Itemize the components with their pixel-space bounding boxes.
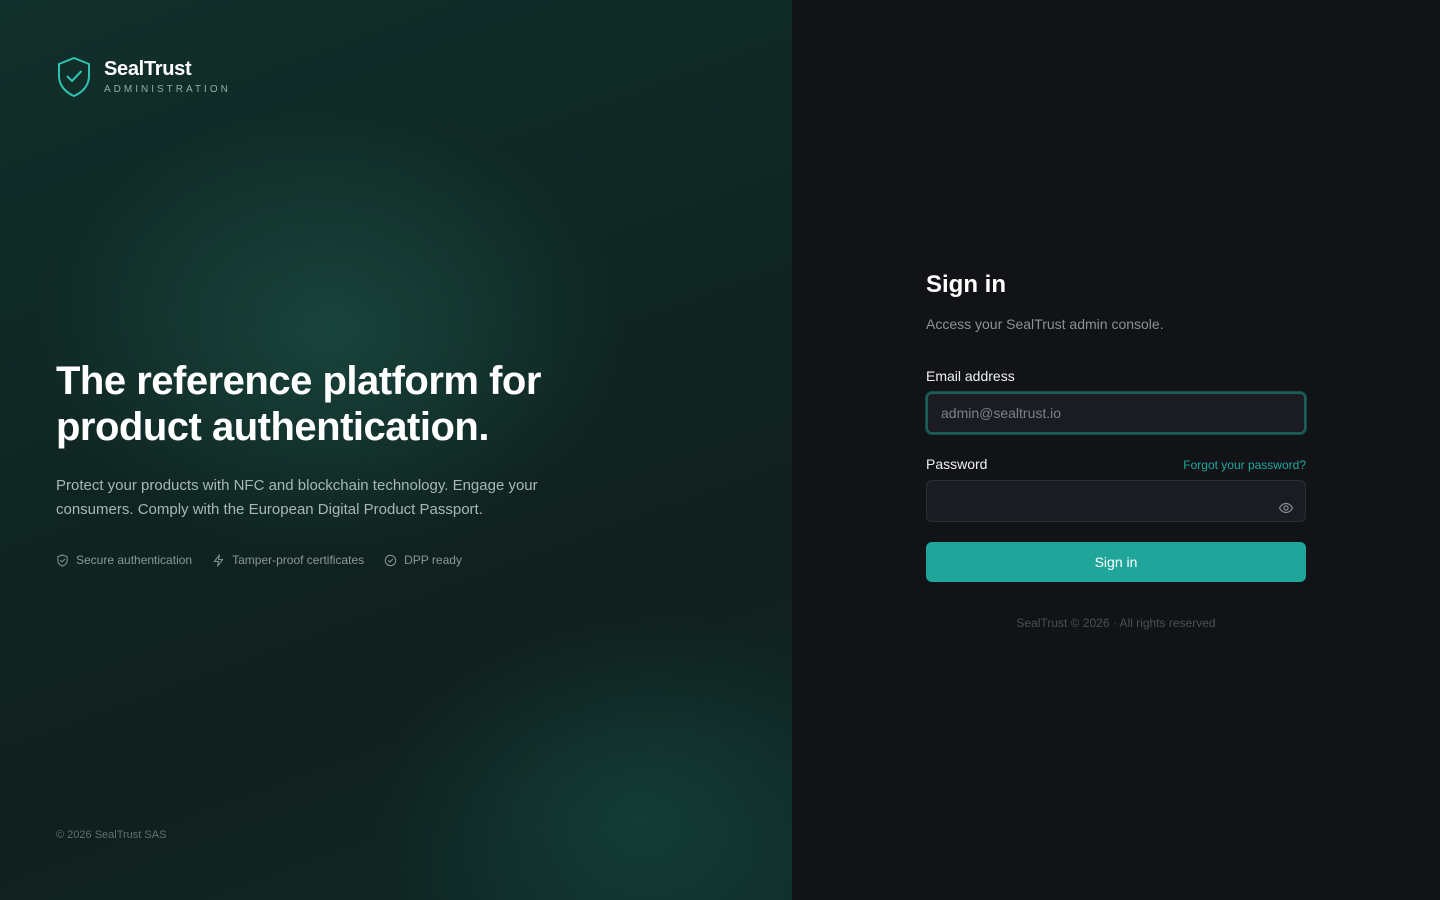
eye-icon[interactable] (1278, 500, 1294, 516)
sign-in-form: Sign in Access your SealTrust admin cons… (926, 270, 1306, 582)
hero-footer: © 2026 SealTrust SAS (56, 829, 167, 841)
sign-in-button[interactable]: Sign in (926, 542, 1306, 582)
feature-list: Secure authentication Tamper-proof certi… (56, 553, 462, 567)
feature-label: Secure authentication (76, 553, 193, 567)
hero-title: The reference platform for product authe… (56, 359, 541, 449)
form-subtitle: Access your SealTrust admin console. (926, 316, 1164, 332)
password-label-row: Password Forgot your password? (926, 456, 1306, 472)
email-field[interactable] (926, 392, 1306, 434)
feature-dpp-ready: DPP ready (384, 553, 462, 567)
password-wrapper (926, 480, 1306, 522)
feature-label: Tamper-proof certificates (232, 553, 365, 567)
feature-label: DPP ready (404, 553, 462, 567)
password-field[interactable] (926, 480, 1306, 522)
panel-footer: SealTrust © 2026 · All rights reserved (1016, 616, 1216, 630)
hero-panel: SealTrust ADMINISTRATION The reference p… (0, 0, 792, 900)
sign-in-panel: Sign in Access your SealTrust admin cons… (792, 0, 1440, 900)
feature-tamper-proof: Tamper-proof certificates (212, 553, 364, 567)
shield-check-icon (58, 57, 90, 97)
brand: SealTrust ADMINISTRATION (56, 56, 231, 98)
forgot-password-link[interactable]: Forgot your password? (1183, 458, 1306, 472)
feature-secure-authentication: Secure authentication (56, 553, 192, 567)
lightning-icon (213, 553, 224, 567)
form-title: Sign in (926, 271, 1006, 298)
email-label: Email address (926, 368, 1015, 384)
brand-name: SealTrust (104, 58, 192, 80)
password-label: Password (926, 456, 988, 472)
check-circle-icon (384, 554, 397, 566)
shield-icon (57, 553, 68, 567)
brand-subtitle: ADMINISTRATION (104, 84, 231, 95)
hero-description: Protect your products with NFC and block… (56, 477, 538, 518)
